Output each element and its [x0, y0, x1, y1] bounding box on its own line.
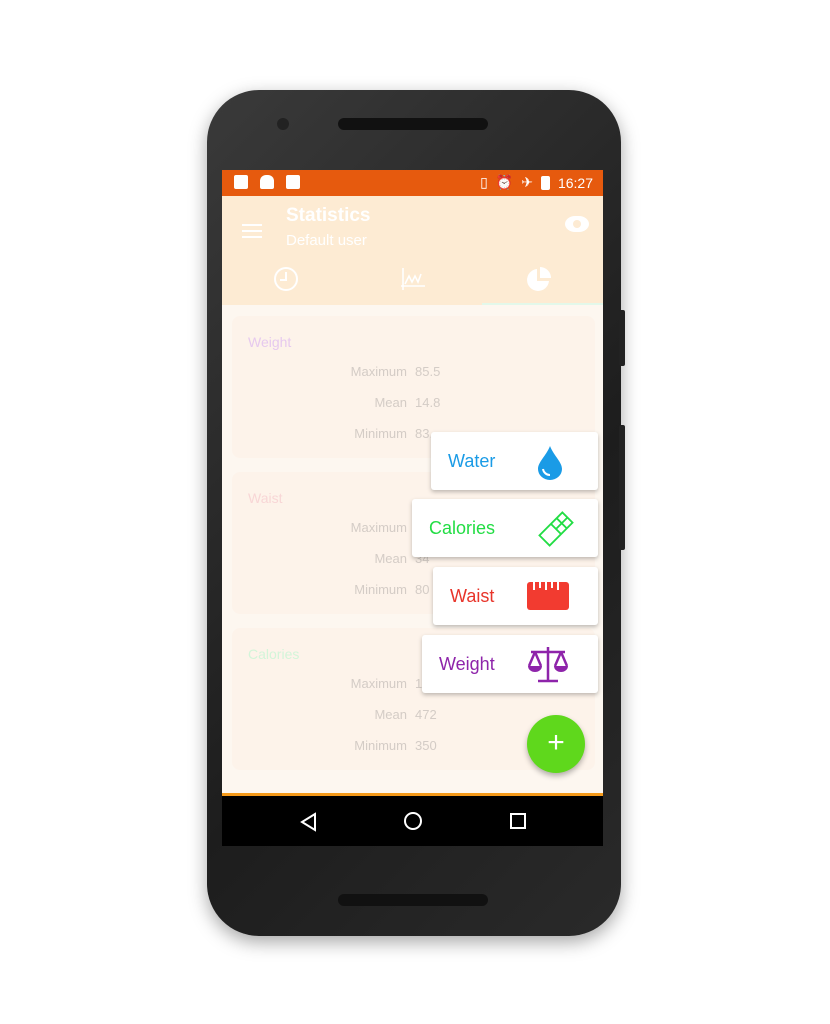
tab-pie-chart-icon[interactable] [526, 266, 552, 292]
image-icon [234, 175, 248, 189]
earpiece-speaker [338, 118, 488, 130]
fab-menu-waist[interactable]: Waist [433, 567, 598, 625]
fab-menu-weight[interactable]: Weight [422, 635, 598, 693]
scale-icon [527, 647, 569, 683]
power-button [619, 310, 625, 366]
app-bar: Statistics Default user [222, 196, 603, 305]
fab-menu-water[interactable]: Water [431, 432, 598, 490]
fab-menu-label: Waist [450, 586, 495, 606]
battery-charging-icon [540, 175, 550, 190]
card-title: Weight [248, 334, 292, 350]
stat-value: 85.5 [415, 364, 441, 379]
status-bar: ▯ ⏰ ✈ 16:27 [222, 170, 603, 196]
page-title: Statistics [286, 205, 371, 226]
stat-label: Mean [374, 707, 407, 722]
tab-line-chart-icon[interactable] [400, 266, 426, 292]
stat-value: 472 [415, 707, 437, 722]
ruler-icon [527, 582, 569, 610]
stat-label: Maximum [350, 520, 407, 535]
stat-label: Maximum [350, 676, 407, 691]
home-icon[interactable] [403, 811, 423, 831]
stat-label: Mean [374, 395, 407, 410]
tab-clock-icon[interactable] [273, 266, 299, 292]
android-icon [260, 175, 274, 189]
navigation-bar [222, 796, 603, 846]
chocolate-bar-icon [538, 511, 574, 547]
airplane-icon: ✈ [521, 174, 533, 190]
recents-icon[interactable] [509, 812, 527, 830]
fab-menu-label: Weight [439, 654, 495, 674]
stat-label: Minimum [354, 738, 407, 753]
clipboard-check-icon [286, 175, 300, 189]
back-icon[interactable] [299, 812, 317, 832]
stat-label: Mean [374, 551, 407, 566]
front-camera [277, 118, 289, 130]
fab-menu-calories[interactable]: Calories [412, 499, 598, 557]
stat-label: Maximum [350, 364, 407, 379]
page-subtitle: Default user [286, 232, 367, 249]
volume-button [619, 425, 625, 550]
alarm-icon: ⏰ [495, 174, 514, 190]
menu-icon[interactable] [242, 220, 262, 242]
vibrate-icon: ▯ [480, 174, 488, 190]
card-title: Calories [248, 646, 300, 662]
stat-label: Minimum [354, 582, 407, 597]
fab-menu-label: Water [448, 451, 496, 471]
status-time: 16:27 [557, 174, 593, 191]
stat-value: 80 [415, 582, 430, 597]
stat-value: 350 [415, 738, 437, 753]
fab-menu-label: Calories [429, 518, 496, 538]
bottom-speaker [338, 894, 488, 906]
eye-icon[interactable] [565, 216, 589, 232]
stat-value: 14.8 [415, 395, 441, 410]
add-fab-button[interactable]: + [527, 715, 585, 773]
water-drop-icon [538, 446, 562, 480]
stat-label: Minimum [354, 426, 407, 441]
tab-indicator [482, 303, 603, 305]
card-title: Waist [248, 490, 283, 506]
